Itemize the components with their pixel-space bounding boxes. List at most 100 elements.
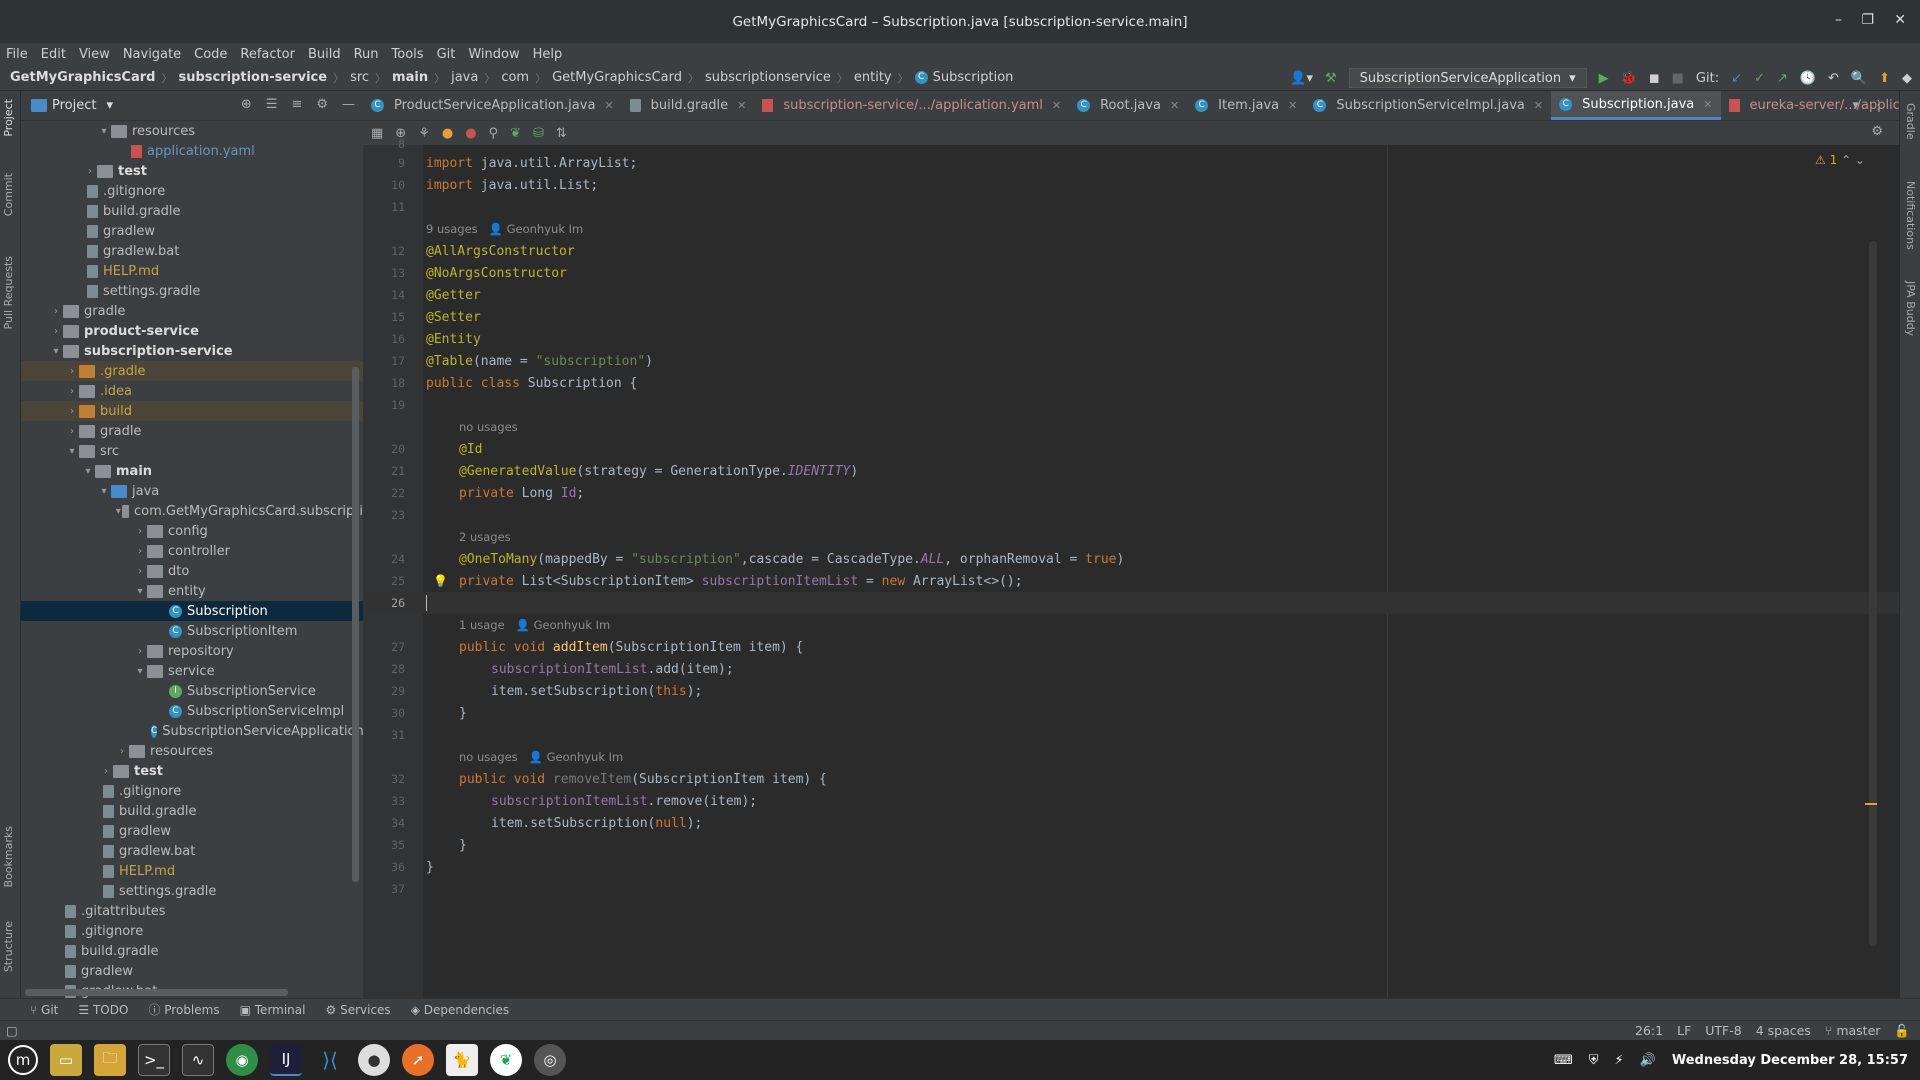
tree-item[interactable]: ▾ service <box>21 661 363 681</box>
warning-marker[interactable] <box>1865 803 1877 805</box>
line-separator[interactable]: LF <box>1677 1023 1691 1039</box>
tree-item[interactable]: build.gradle <box>21 201 363 221</box>
git-update-icon[interactable]: ↙ <box>1731 71 1742 86</box>
tool-tab-dependencies[interactable]: ◈ Dependencies <box>411 1003 509 1017</box>
tree-item[interactable]: ▾ subscription-service <box>21 341 363 361</box>
vscode-icon[interactable]: ⟩⟨ <box>314 1044 346 1076</box>
breadcrumb-package[interactable]: GetMyGraphicsCard <box>552 70 682 85</box>
side-tab-structure[interactable]: Structure <box>2 921 15 972</box>
tree-item[interactable]: .gitignore <box>21 181 363 201</box>
tree-item[interactable]: gradlew.bat <box>21 241 363 261</box>
tree-item[interactable]: › resources <box>21 741 363 761</box>
file-manager-icon[interactable]: ▭ <box>50 1044 82 1076</box>
tree-item[interactable]: ▾ entity <box>21 581 363 601</box>
postman-icon[interactable]: ➚ <box>402 1044 434 1076</box>
tree-item[interactable]: › controller <box>21 541 363 561</box>
debug-icon[interactable]: 🐞 <box>1621 71 1637 86</box>
git-commit-icon[interactable]: ✓ <box>1754 71 1765 86</box>
breadcrumb-java[interactable]: java <box>451 70 478 85</box>
tree-item[interactable]: application.yaml <box>21 141 363 161</box>
tree-item[interactable]: .gitattributes <box>21 901 363 921</box>
tree-item[interactable]: › .gradle <box>21 361 363 381</box>
tree-item[interactable]: › test <box>21 161 363 181</box>
gear-icon[interactable]: ⚙ <box>316 97 328 112</box>
update-icon[interactable]: ⬆ <box>1879 71 1890 86</box>
tree-item[interactable]: build.gradle <box>21 801 363 821</box>
tree-item[interactable]: C SubscriptionServiceImpl <box>21 701 363 721</box>
coverage-icon[interactable]: ◼ <box>1649 71 1660 86</box>
side-tab-notifications[interactable]: Notifications <box>1904 181 1917 250</box>
rollback-icon[interactable]: ↶ <box>1828 71 1839 86</box>
menu-build[interactable]: Build <box>308 47 341 62</box>
search-icon[interactable]: 🔍 <box>1851 71 1867 86</box>
tree-item[interactable]: ▾ java <box>21 481 363 501</box>
tree-item[interactable]: .gitignore <box>21 921 363 941</box>
editor-scrollbar[interactable] <box>1869 241 1877 946</box>
breadcrumb-main[interactable]: main <box>392 70 428 85</box>
breadcrumb-entity[interactable]: entity <box>854 70 892 85</box>
breadcrumb-com[interactable]: com <box>501 70 529 85</box>
stop-icon[interactable]: ■ <box>1672 71 1684 86</box>
tree-item[interactable]: gradlew.bat <box>21 841 363 861</box>
tool-tab-terminal[interactable]: ▣ Terminal <box>240 1003 306 1017</box>
menu-refactor[interactable]: Refactor <box>240 47 295 62</box>
user-icon[interactable]: 👤▾ <box>1290 71 1313 86</box>
menu-window[interactable]: Window <box>468 47 519 62</box>
tree-item[interactable]: › repository <box>21 641 363 661</box>
breadcrumb-class[interactable]: Subscription <box>933 70 1014 85</box>
shield-icon[interactable]: ⛨ <box>1589 1053 1599 1068</box>
tab-subscription-service-impl[interactable]: C SubscriptionServiceImpl.java ✕ <box>1305 91 1551 120</box>
close-button[interactable]: ✕ <box>1894 12 1906 28</box>
tab-build-gradle[interactable]: build.gradle ✕ <box>622 91 755 120</box>
run-icon[interactable]: ▶ <box>1599 71 1609 86</box>
tree-item[interactable]: C SubscriptionServiceApplication <box>21 721 363 741</box>
mint-menu-icon[interactable]: m <box>8 1045 38 1075</box>
side-tab-project[interactable]: Project <box>2 99 15 137</box>
panel-toggle-icon[interactable]: ▢ <box>6 1023 18 1038</box>
tree-item[interactable]: .gitignore <box>21 781 363 801</box>
menu-tools[interactable]: Tools <box>392 47 424 62</box>
code-editor[interactable]: ⚠ 1 ⌃ ⌄ 8 9 import java.util.ArrayList; 1… <box>363 137 1899 998</box>
tree-item-selected[interactable]: C Subscription <box>21 601 363 621</box>
collapse-all-icon[interactable]: ≡ <box>291 97 302 112</box>
tree-item[interactable]: settings.gradle <box>21 881 363 901</box>
side-tab-pull-requests[interactable]: Pull Requests <box>2 256 15 329</box>
tree-item[interactable]: ▾ com.GetMyGraphicsCard.subscripti <box>21 501 363 521</box>
side-tab-commit[interactable]: Commit <box>2 173 15 216</box>
tree-item[interactable]: ▾ main <box>21 461 363 481</box>
tab-product-service-application[interactable]: C ProductServiceApplication.java ✕ <box>363 91 622 120</box>
volume-icon[interactable]: 🔊 <box>1640 1053 1656 1068</box>
side-tab-jpa-buddy[interactable]: JPA Buddy <box>1904 281 1917 336</box>
tree-item[interactable]: › product-service <box>21 321 363 341</box>
run-configuration-select[interactable]: SubscriptionServiceApplication ▾ <box>1348 68 1587 88</box>
breadcrumb-project[interactable]: GetMyGraphicsCard <box>10 70 155 85</box>
project-panel-title[interactable]: Project <box>52 98 96 113</box>
tree-item[interactable]: HELP.md <box>21 861 363 881</box>
chevron-down-icon[interactable]: ▾ <box>1852 98 1859 113</box>
side-tab-gradle[interactable]: Gradle <box>1904 103 1917 140</box>
chrome-icon[interactable]: ◉ <box>226 1044 258 1076</box>
app-icon[interactable]: ● <box>358 1044 390 1076</box>
tool-tab-services[interactable]: ⚙ Services <box>325 1003 390 1017</box>
tab-root-java[interactable]: C Root.java ✕ <box>1069 91 1187 120</box>
menu-run[interactable]: Run <box>354 47 379 62</box>
caret-position[interactable]: 26:1 <box>1635 1023 1663 1039</box>
history-icon[interactable]: 🕓 <box>1800 71 1816 86</box>
github-desktop-icon[interactable]: 🐈 <box>446 1044 478 1076</box>
ide-logo-icon[interactable]: ◆ <box>1902 71 1912 86</box>
tab-item-java[interactable]: C Item.java ✕ <box>1187 91 1305 120</box>
menu-code[interactable]: Code <box>194 47 227 62</box>
clock[interactable]: Wednesday December 28, 15:57 <box>1672 1053 1908 1068</box>
tree-item[interactable]: › gradle <box>21 421 363 441</box>
menu-help[interactable]: Help <box>533 47 563 62</box>
indent-setting[interactable]: 4 spaces <box>1756 1023 1811 1039</box>
usage-hint[interactable]: no usages <box>363 416 1899 438</box>
breadcrumb-src[interactable]: src <box>350 70 369 85</box>
usage-hint[interactable]: 9 usages 👤 Geonhyuk Im <box>363 218 1899 240</box>
tree-item[interactable]: › test <box>21 761 363 781</box>
breadcrumb-subpackage[interactable]: subscriptionservice <box>705 70 831 85</box>
tree-item[interactable]: › dto <box>21 561 363 581</box>
terminal-icon[interactable]: >_ <box>138 1044 170 1076</box>
usage-hint[interactable]: 2 usages <box>363 526 1899 548</box>
menu-navigate[interactable]: Navigate <box>123 47 181 62</box>
